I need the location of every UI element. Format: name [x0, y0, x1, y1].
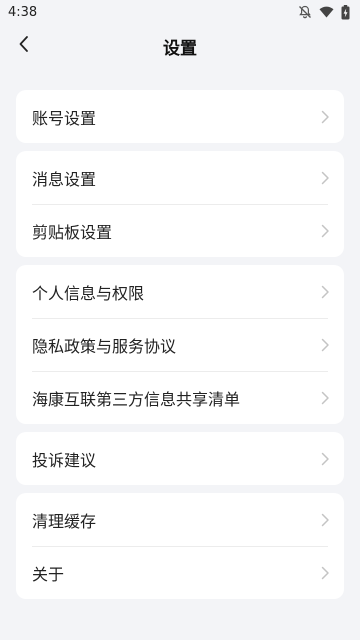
status-bar: 4:38 [0, 0, 360, 24]
settings-item-label: 隐私政策与服务协议 [32, 336, 177, 356]
chevron-right-icon [321, 285, 330, 299]
settings-item-messages[interactable]: 消息设置 [16, 151, 344, 204]
chevron-right-icon [321, 566, 330, 580]
settings-item-label: 个人信息与权限 [32, 283, 145, 303]
chevron-right-icon [321, 224, 330, 238]
chevron-right-icon [321, 513, 330, 527]
notifications-off-icon [298, 5, 312, 19]
settings-group-account: 账号设置 [16, 90, 344, 143]
chevron-right-icon [321, 110, 330, 124]
settings-item-clear-cache[interactable]: 清理缓存 [16, 493, 344, 546]
chevron-left-icon [17, 35, 31, 57]
settings-item-label: 海康互联第三方信息共享清单 [32, 389, 241, 409]
status-time: 4:38 [8, 4, 38, 20]
settings-group-privacy: 个人信息与权限 隐私政策与服务协议 海康互联第三方信息共享清单 [16, 265, 344, 424]
settings-item-third-party-sharing[interactable]: 海康互联第三方信息共享清单 [16, 371, 344, 424]
app-bar: 设置 [0, 24, 360, 68]
settings-item-about[interactable]: 关于 [16, 546, 344, 599]
battery-charging-icon [341, 4, 350, 20]
page-title: 设置 [163, 38, 197, 59]
settings-item-label: 清理缓存 [32, 511, 97, 531]
settings-item-personal-info[interactable]: 个人信息与权限 [16, 265, 344, 318]
settings-list: 账号设置 消息设置 剪贴板设置 个人信息与权限 隐私政策与服务协议 海康互联第三… [0, 68, 360, 599]
settings-item-privacy-policy[interactable]: 隐私政策与服务协议 [16, 318, 344, 371]
chevron-right-icon [321, 452, 330, 466]
chevron-right-icon [321, 171, 330, 185]
settings-item-label: 投诉建议 [32, 450, 97, 470]
chevron-right-icon [321, 391, 330, 405]
settings-group-misc: 清理缓存 关于 [16, 493, 344, 599]
back-button[interactable] [8, 30, 40, 62]
chevron-right-icon [321, 338, 330, 352]
wifi-icon [319, 6, 334, 18]
settings-group-notifications: 消息设置 剪贴板设置 [16, 151, 344, 257]
status-icons [298, 4, 350, 20]
settings-item-feedback[interactable]: 投诉建议 [16, 432, 344, 485]
settings-item-label: 消息设置 [32, 169, 97, 189]
settings-item-clipboard[interactable]: 剪贴板设置 [16, 204, 344, 257]
settings-group-feedback: 投诉建议 [16, 432, 344, 485]
settings-item-label: 关于 [32, 564, 65, 584]
settings-item-account[interactable]: 账号设置 [16, 90, 344, 143]
settings-item-label: 剪贴板设置 [32, 222, 113, 242]
settings-item-label: 账号设置 [32, 108, 97, 128]
